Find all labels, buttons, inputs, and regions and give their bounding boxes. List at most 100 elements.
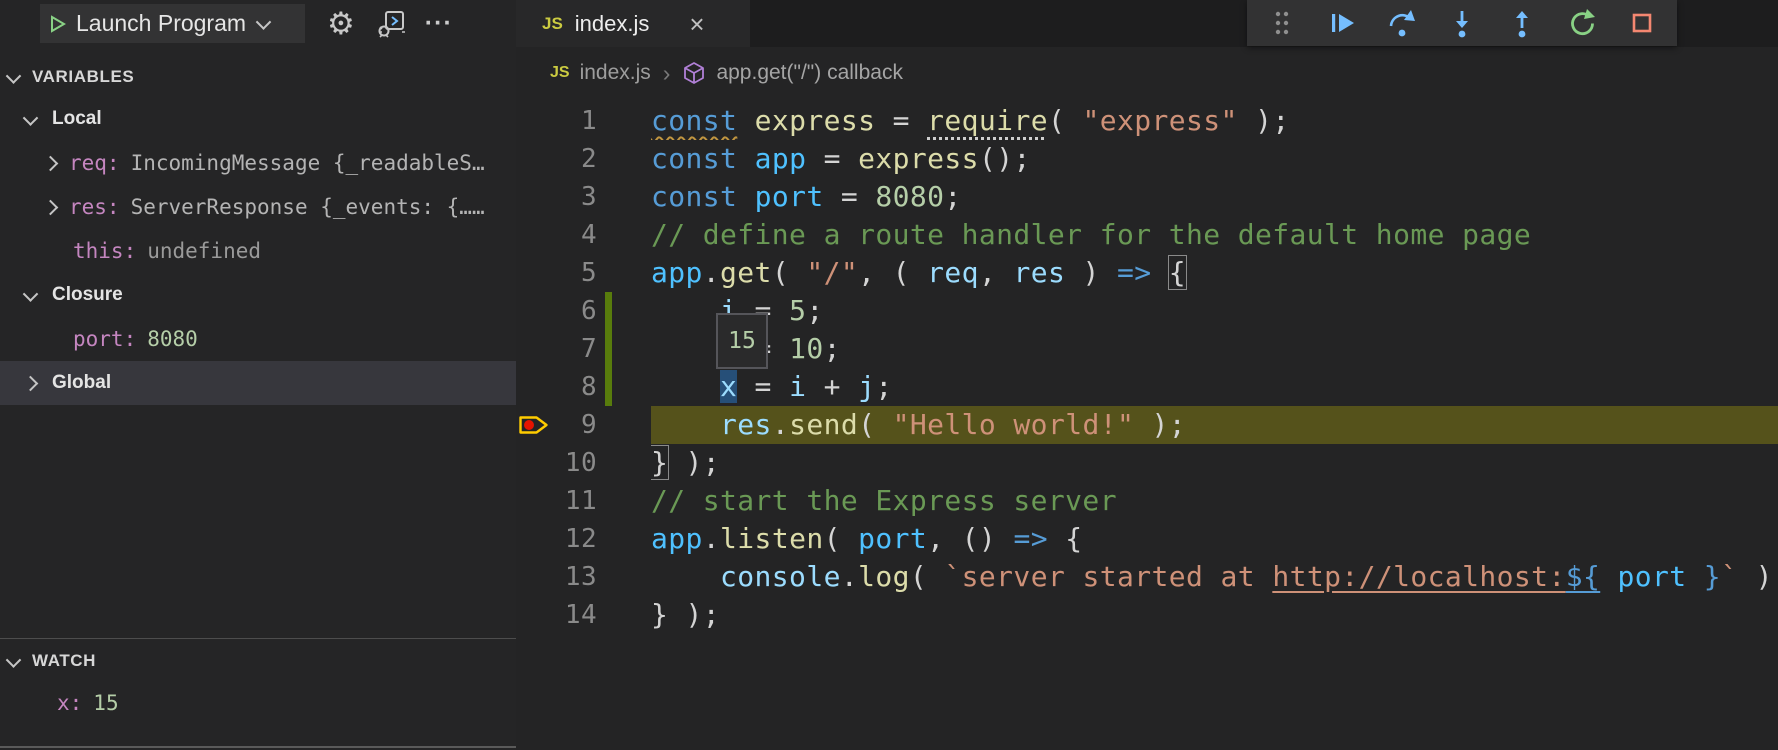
code-line[interactable]: 9 res.send( "Hello world!" ); xyxy=(516,406,1778,444)
code-token: ) xyxy=(1065,256,1118,289)
breakpoint-gutter[interactable] xyxy=(516,482,552,520)
breadcrumb-symbol[interactable]: app.get("/") callback xyxy=(716,61,903,85)
close-icon[interactable]: × xyxy=(689,11,704,37)
breakpoint-gutter[interactable] xyxy=(516,292,552,330)
gutter-spacer xyxy=(605,406,612,444)
scope-global-label: Global xyxy=(52,372,112,393)
code-line[interactable]: 2 const app = express(); xyxy=(516,140,1778,178)
line-number[interactable]: 2 xyxy=(552,140,597,178)
watch-section: WATCH x: 15 xyxy=(0,638,516,725)
line-number[interactable]: 12 xyxy=(552,520,597,558)
code-line-content[interactable]: // define a route handler for the defaul… xyxy=(651,216,1778,254)
stop-button[interactable] xyxy=(1623,4,1661,42)
breakpoint-gutter[interactable] xyxy=(516,102,552,140)
line-number[interactable]: 3 xyxy=(552,178,597,216)
code-token: ( xyxy=(771,256,807,289)
code-token: express xyxy=(754,104,876,137)
code-line[interactable]: 6 i = 5; xyxy=(516,292,1778,330)
code-line[interactable]: 10 } ); xyxy=(516,444,1778,482)
breakpoint-gutter[interactable] xyxy=(516,254,552,292)
code-line[interactable]: 8 x = i + j; xyxy=(516,368,1778,406)
breakpoint-gutter[interactable] xyxy=(516,140,552,178)
step-out-icon xyxy=(1516,11,1528,38)
line-number[interactable]: 11 xyxy=(552,482,597,520)
tab-index-js[interactable]: JS index.js × xyxy=(516,0,750,47)
breakpoint-gutter[interactable] xyxy=(516,596,552,634)
watch-row-x[interactable]: x: 15 xyxy=(0,681,516,725)
code-token: ); xyxy=(1237,104,1290,137)
code-line[interactable]: 14 } ); xyxy=(516,596,1778,634)
code-line[interactable]: 12 app.listen( port, () => { xyxy=(516,520,1778,558)
code-token: } xyxy=(1703,560,1722,593)
code-line-content[interactable]: res.send( "Hello world!" ); xyxy=(651,406,1778,444)
code-line[interactable]: 5 app.get( "/", ( req, res ) => { xyxy=(516,254,1778,292)
restart-button[interactable] xyxy=(1563,4,1601,42)
code-line[interactable]: 11 // start the Express server xyxy=(516,482,1778,520)
code-line-content[interactable]: const app = express(); xyxy=(651,140,1778,178)
code-area[interactable]: 1 const express = require( "express" ); 2 c… xyxy=(516,99,1778,634)
line-number[interactable]: 14 xyxy=(552,596,597,634)
continue-button[interactable] xyxy=(1323,4,1361,42)
code-line-content[interactable]: const port = 8080; xyxy=(651,178,1778,216)
line-number[interactable]: 8 xyxy=(552,368,597,406)
breakpoint-gutter[interactable] xyxy=(516,178,552,216)
breakpoint-gutter[interactable] xyxy=(516,330,552,368)
code-token: // define a route handler for the defaul… xyxy=(651,218,1532,251)
scope-global[interactable]: Global xyxy=(0,361,516,405)
line-number[interactable]: 9 xyxy=(552,406,597,444)
scope-closure[interactable]: Closure xyxy=(0,273,516,317)
code-line-content[interactable]: // start the Express server xyxy=(651,482,1778,520)
code-token: ; xyxy=(806,294,824,327)
line-number[interactable]: 6 xyxy=(552,292,597,330)
code-line[interactable]: 3 const port = 8080; xyxy=(516,178,1778,216)
variable-row-this[interactable]: this: undefined xyxy=(0,229,516,273)
code-line-content[interactable]: } ); xyxy=(651,596,1778,634)
code-line[interactable]: 7 j = 10; xyxy=(516,330,1778,368)
line-number[interactable]: 4 xyxy=(552,216,597,254)
step-over-button[interactable] xyxy=(1383,4,1421,42)
code-line-content[interactable]: app.get( "/", ( req, res ) => { xyxy=(651,254,1778,292)
line-number[interactable]: 7 xyxy=(552,330,597,368)
more-actions-button[interactable]: ··· xyxy=(425,9,453,38)
breakpoint-gutter[interactable] xyxy=(516,520,552,558)
line-number[interactable]: 1 xyxy=(552,102,597,140)
code-token: = xyxy=(737,370,790,403)
variable-row-port[interactable]: port: 8080 xyxy=(0,317,516,361)
variables-section-header[interactable]: VARIABLES xyxy=(0,57,516,97)
launch-config-dropdown[interactable]: Launch Program xyxy=(40,4,305,43)
breadcrumb-file[interactable]: index.js xyxy=(580,61,651,85)
chevron-down-icon xyxy=(5,651,22,668)
code-line-content[interactable]: console.log( `server started at http://l… xyxy=(651,558,1778,596)
chevron-right-icon xyxy=(22,375,39,391)
step-into-button[interactable] xyxy=(1443,4,1481,42)
code-token: ( xyxy=(909,560,945,593)
variable-row-req[interactable]: req: IncomingMessage {_readableS… xyxy=(0,141,516,185)
watch-section-header[interactable]: WATCH xyxy=(0,641,516,681)
code-line[interactable]: 4 // define a route handler for the defau… xyxy=(516,216,1778,254)
line-number[interactable]: 13 xyxy=(552,558,597,596)
code-line-content[interactable]: const express = require( "express" ); xyxy=(651,102,1778,140)
code-line-content[interactable]: } ); xyxy=(651,444,1778,482)
gutter-spacer xyxy=(605,520,612,558)
breakpoint-gutter[interactable] xyxy=(516,558,552,596)
code-line-content[interactable]: j = 10; xyxy=(651,330,1778,368)
scope-local[interactable]: Local xyxy=(0,97,516,141)
breakpoint-gutter[interactable] xyxy=(516,368,552,406)
step-out-button[interactable] xyxy=(1503,4,1541,42)
code-line-content[interactable]: x = i + j; xyxy=(651,368,1778,406)
code-line-content[interactable]: i = 5; xyxy=(651,292,1778,330)
code-token: console xyxy=(720,560,841,593)
code-line[interactable]: 13 console.log( `server started at http:… xyxy=(516,558,1778,596)
breakpoint-gutter[interactable] xyxy=(516,216,552,254)
code-line-content[interactable]: app.listen( port, () => { xyxy=(651,520,1778,558)
line-number[interactable]: 10 xyxy=(552,444,597,482)
breakpoint-gutter[interactable] xyxy=(516,444,552,482)
toolbar-drag-grip[interactable] xyxy=(1263,4,1301,42)
breakpoint-gutter[interactable] xyxy=(516,406,552,444)
line-number[interactable]: 5 xyxy=(552,254,597,292)
code-line[interactable]: 1 const express = require( "express" ); xyxy=(516,102,1778,140)
settings-gear-button[interactable]: ⚙ xyxy=(327,6,355,42)
step-over-icon xyxy=(1389,10,1415,37)
variable-row-res[interactable]: res: ServerResponse {_events: {…… xyxy=(0,185,516,229)
debug-console-button[interactable] xyxy=(377,9,407,39)
